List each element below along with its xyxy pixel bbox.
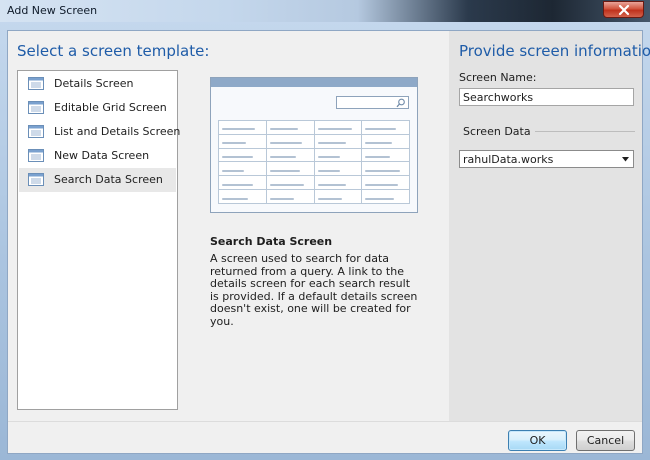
close-icon xyxy=(618,4,630,16)
preview-cell xyxy=(265,175,315,191)
preview-cell xyxy=(218,161,267,177)
table-row xyxy=(218,161,410,177)
template-item-label: Editable Grid Screen xyxy=(54,101,167,114)
screen-data-group-divider xyxy=(525,131,635,132)
preview-cell xyxy=(265,133,315,149)
window-title: Add New Screen xyxy=(7,4,98,17)
table-row xyxy=(218,133,410,149)
preview-cell xyxy=(218,147,267,163)
screen-data-group-label: Screen Data xyxy=(463,125,535,138)
template-item-label: Details Screen xyxy=(54,77,134,90)
screen-information-heading: Provide screen information: xyxy=(459,42,650,60)
preview-search-box xyxy=(336,96,409,109)
add-new-screen-dialog: Add New Screen Select a screen template:… xyxy=(0,0,650,460)
preview-cell xyxy=(361,147,410,163)
screen-template-icon xyxy=(28,101,44,114)
preview-cell xyxy=(361,175,410,191)
table-row xyxy=(218,189,410,204)
table-row xyxy=(218,175,410,191)
select-template-heading: Select a screen template: xyxy=(17,42,210,60)
template-item-editable-grid-screen[interactable]: Editable Grid Screen xyxy=(19,96,176,120)
preview-cell xyxy=(361,189,410,204)
screen-template-icon xyxy=(28,173,44,186)
screen-information-panel: Provide screen information: Screen Name:… xyxy=(449,31,650,421)
preview-results-grid xyxy=(218,120,410,204)
dialog-client-area: Select a screen template: Details Screen xyxy=(7,30,650,454)
cancel-button[interactable]: Cancel xyxy=(576,430,635,451)
screen-name-label: Screen Name: xyxy=(459,71,537,84)
preview-cell xyxy=(361,120,410,135)
preview-cell xyxy=(265,147,315,163)
preview-cell xyxy=(218,133,267,149)
screen-data-dropdown[interactable]: rahulData.works xyxy=(459,150,634,168)
preview-cell xyxy=(313,161,363,177)
screen-data-selected-value: rahulData.works xyxy=(463,153,554,166)
table-row xyxy=(218,147,410,163)
preview-cell xyxy=(313,120,363,135)
preview-cell xyxy=(218,189,267,204)
preview-cell xyxy=(265,189,315,204)
template-item-list-and-details-screen[interactable]: List and Details Screen xyxy=(19,120,180,144)
preview-cell xyxy=(361,161,410,177)
close-button[interactable] xyxy=(603,1,644,18)
preview-cell xyxy=(313,175,363,191)
preview-cell xyxy=(265,161,315,177)
preview-cell xyxy=(218,175,267,191)
screen-template-icon xyxy=(28,77,44,90)
preview-cell xyxy=(265,120,315,135)
template-item-details-screen[interactable]: Details Screen xyxy=(19,72,176,96)
template-description-text: A screen used to search for data returne… xyxy=(210,252,418,328)
preview-cell xyxy=(313,147,363,163)
table-row xyxy=(218,120,410,135)
screen-template-icon xyxy=(28,149,44,162)
search-icon xyxy=(396,98,405,108)
template-description-title: Search Data Screen xyxy=(210,235,333,248)
template-list[interactable]: Details Screen Editable Grid Screen List… xyxy=(17,70,180,410)
screen-name-input[interactable] xyxy=(459,88,634,106)
template-item-label: Search Data Screen xyxy=(54,173,163,186)
preview-cell xyxy=(218,120,267,135)
dialog-footer: OK Cancel xyxy=(8,421,642,453)
preview-cell xyxy=(313,133,363,149)
template-item-new-data-screen[interactable]: New Data Screen xyxy=(19,144,176,168)
screen-template-icon xyxy=(28,125,44,138)
template-item-label: List and Details Screen xyxy=(54,125,181,138)
preview-cell xyxy=(361,133,410,149)
chevron-down-icon xyxy=(622,157,629,162)
preview-title-bar xyxy=(211,78,417,87)
title-bar[interactable]: Add New Screen xyxy=(0,0,650,22)
ok-button[interactable]: OK xyxy=(508,430,567,451)
template-selection-panel: Select a screen template: Details Screen xyxy=(8,31,448,421)
template-item-search-data-screen[interactable]: Search Data Screen xyxy=(19,168,176,192)
template-item-label: New Data Screen xyxy=(54,149,150,162)
preview-cell xyxy=(313,189,363,204)
template-preview-image xyxy=(210,77,418,213)
